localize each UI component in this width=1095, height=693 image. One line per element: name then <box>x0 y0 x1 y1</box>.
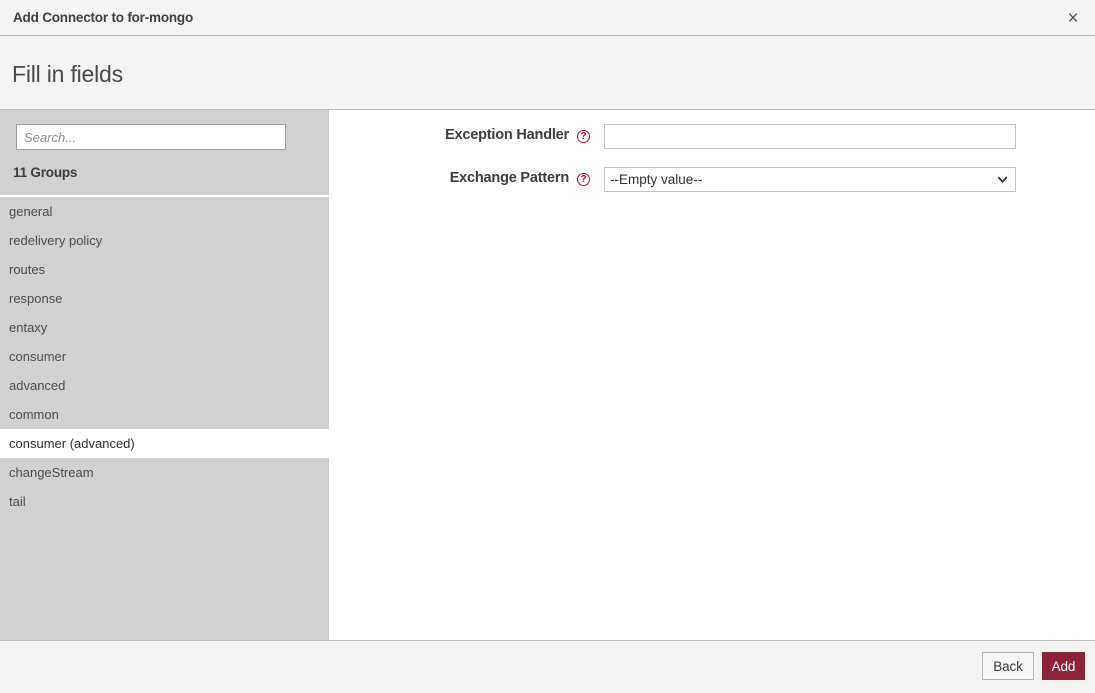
exchange-pattern-select[interactable]: --Empty value-- <box>604 167 1016 192</box>
sidebar-item-changestream[interactable]: changeStream <box>0 458 329 487</box>
sidebar-item-response[interactable]: response <box>0 284 329 313</box>
sidebar-item-general[interactable]: general <box>0 197 329 226</box>
help-icon[interactable]: ? <box>577 173 590 186</box>
sidebar-item-label: common <box>9 407 59 422</box>
form-fields-panel: Exception Handler? Exchange Pattern? --Emp… <box>329 110 1095 640</box>
sidebar-item-label: consumer (advanced) <box>9 436 135 451</box>
close-icon[interactable]: × <box>1059 5 1087 31</box>
sidebar-item-label: tail <box>9 494 26 509</box>
dialog-footer: Back Add <box>0 641 1095 693</box>
window-title-bar: Add Connector to for-mongo × <box>0 0 1095 36</box>
sidebar-search-panel: 11 Groups <box>0 110 329 195</box>
sidebar-item-label: response <box>9 291 63 306</box>
sidebar-item-label: changeStream <box>9 465 94 480</box>
dialog-body: 11 Groups general redelivery policy routes… <box>0 110 1095 641</box>
sidebar-item-label: entaxy <box>9 320 48 335</box>
help-icon[interactable]: ? <box>577 130 590 143</box>
field-label: Exception Handler <box>445 127 569 143</box>
add-button[interactable]: Add <box>1042 652 1085 680</box>
form-row: Exception Handler? <box>329 124 1095 152</box>
form-row: Exchange Pattern? --Empty value-- <box>329 167 1095 195</box>
back-button[interactable]: Back <box>982 652 1034 680</box>
sidebar-item-tail[interactable]: tail <box>0 487 329 516</box>
sidebar-item-label: consumer <box>9 349 67 364</box>
sidebar-item-consumer-advanced[interactable]: consumer (advanced) <box>0 429 329 458</box>
sidebar-item-label: routes <box>9 262 46 277</box>
groups-sidebar: 11 Groups general redelivery policy routes… <box>0 110 329 640</box>
groups-count-label: 11 Groups <box>13 165 78 180</box>
window-title: Add Connector to for-mongo <box>13 10 194 25</box>
sidebar-item-label: general <box>9 204 53 219</box>
sidebar-item-entaxy[interactable]: entaxy <box>0 313 329 342</box>
select-wrapper: --Empty value-- <box>604 167 1016 192</box>
sidebar-item-label: advanced <box>9 378 66 393</box>
field-label: Exchange Pattern <box>449 170 569 186</box>
sidebar-item-redelivery-policy[interactable]: redelivery policy <box>0 226 329 255</box>
page-title: Fill in fields <box>12 61 123 87</box>
sidebar-item-common[interactable]: common <box>0 400 329 429</box>
sidebar-item-label: redelivery policy <box>9 233 103 248</box>
sidebar-item-consumer[interactable]: consumer <box>0 342 329 371</box>
group-list: general redelivery policy routes response en… <box>0 197 329 640</box>
search-input[interactable] <box>16 124 286 150</box>
exception-handler-input[interactable] <box>604 124 1016 149</box>
sidebar-item-routes[interactable]: routes <box>0 255 329 284</box>
sidebar-item-advanced[interactable]: advanced <box>0 371 329 400</box>
wizard-header: Fill in fields <box>0 36 1095 110</box>
group-list-filler <box>0 516 329 640</box>
